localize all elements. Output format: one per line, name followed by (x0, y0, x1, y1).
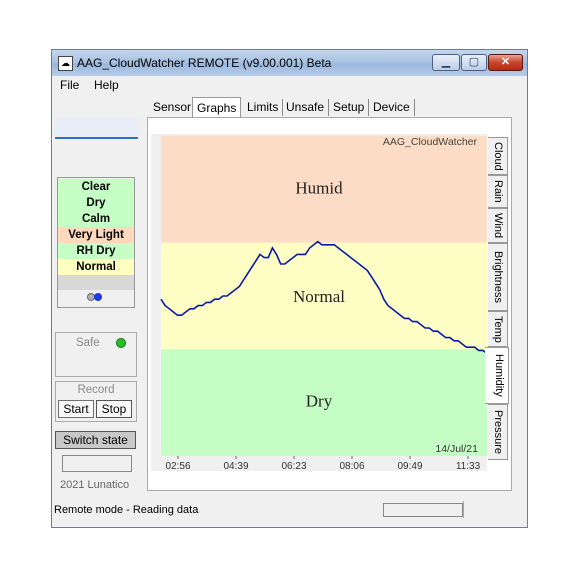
blue-dot-icon (94, 293, 102, 301)
tab-setup[interactable]: Setup (329, 99, 370, 116)
side-tab-wind[interactable]: Wind (488, 208, 508, 243)
tab-graphs[interactable]: Graphs (192, 97, 242, 118)
tab-limits[interactable]: Limits (243, 99, 284, 116)
side-tab-humidity[interactable]: Humidity (485, 347, 509, 404)
maximize-button[interactable]: ▢ (461, 54, 487, 71)
x-tick-label: 08:06 (339, 461, 364, 471)
side-tab-brightness[interactable]: Brightness (488, 243, 508, 311)
menu-help[interactable]: Help (94, 78, 119, 92)
chart-watermark: AAG_CloudWatcher (383, 136, 478, 148)
humidity-chart: Humid Normal Dry AAG_CloudWatcher 14/Jul/2… (160, 136, 488, 472)
safe-panel: Safe (55, 332, 137, 377)
condition-rh-dry: RH Dry (58, 243, 134, 259)
close-button[interactable]: ✕ (488, 54, 523, 71)
x-tick-label: 02:56 (165, 461, 190, 471)
safe-led-icon (116, 338, 126, 348)
header-indicator (55, 117, 138, 139)
x-tick-label: 06:23 (281, 461, 306, 471)
zone-label-dry: Dry (306, 392, 333, 411)
window-title: AAG_CloudWatcher REMOTE (v9.00.001) Beta (77, 56, 332, 70)
menu-file[interactable]: File (60, 78, 79, 92)
condition-very-light: Very Light (58, 227, 134, 243)
condition-dry: Dry (58, 195, 134, 211)
x-tick-label: 04:39 (223, 461, 248, 471)
safe-label: Safe (76, 337, 100, 349)
record-panel: Record Start Stop (55, 381, 137, 422)
tab-sensor[interactable]: Sensor (149, 99, 197, 116)
copyright-text: 2021 Lunatico (60, 479, 130, 491)
side-tab-rain[interactable]: Rain (488, 175, 508, 208)
progress-field (383, 503, 463, 517)
switch-state-button[interactable]: Switch state (55, 431, 136, 449)
side-tab-pressure[interactable]: Pressure (488, 404, 508, 460)
title-bar[interactable]: ☁ AAG_CloudWatcher REMOTE (v9.00.001) Be… (52, 50, 527, 76)
status-bar: Remote mode - Reading data (52, 500, 527, 527)
menu-bar: File Help (52, 76, 527, 95)
minimize-button[interactable]: ▁ (432, 54, 460, 71)
connection-indicator (87, 293, 107, 303)
x-tick-label: 11:33 (456, 461, 481, 471)
status-text: Remote mode - Reading data (54, 504, 199, 516)
status-grip (463, 501, 514, 518)
start-button[interactable]: Start (58, 400, 94, 418)
chart-date: 14/Jul/21 (435, 443, 478, 455)
zone-label-normal: Normal (293, 287, 345, 306)
condition-normal: Normal (58, 259, 134, 275)
state-field (62, 455, 132, 472)
side-tab-temp[interactable]: Temp (488, 311, 508, 347)
tab-device[interactable]: Device (369, 99, 415, 116)
side-tab-cloud[interactable]: Cloud (488, 137, 508, 175)
stop-button[interactable]: Stop (96, 400, 132, 418)
record-label: Record (77, 384, 115, 396)
tab-unsafe[interactable]: Unsafe (282, 99, 330, 116)
x-tick-label: 09:49 (397, 461, 422, 471)
conditions-panel: Clear Dry Calm Very Light RH Dry Normal (57, 177, 135, 308)
condition-calm: Calm (58, 211, 134, 227)
app-icon[interactable]: ☁ (58, 56, 73, 71)
app-window: ☁ AAG_CloudWatcher REMOTE (v9.00.001) Be… (51, 49, 528, 528)
condition-clear: Clear (58, 179, 134, 195)
zone-label-humid: Humid (295, 178, 343, 197)
condition-empty (58, 275, 134, 290)
graph-frame: Humid Normal Dry AAG_CloudWatcher 14/Jul/2… (151, 134, 488, 472)
